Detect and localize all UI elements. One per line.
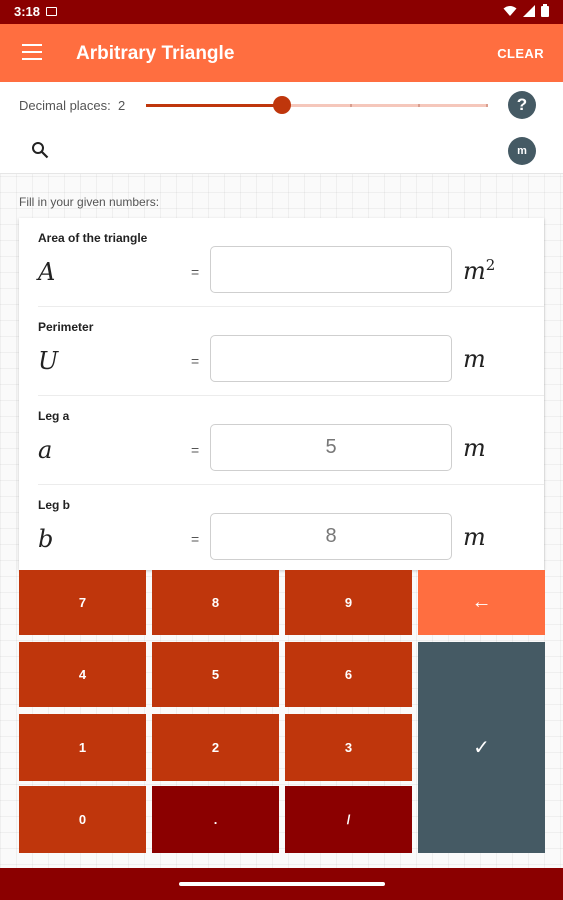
home-gesture-handle[interactable] <box>179 882 385 886</box>
search-icon <box>32 142 49 159</box>
key-8[interactable]: 8 <box>152 570 279 635</box>
help-button[interactable]: ? <box>508 91 536 119</box>
backspace-button[interactable]: ← <box>418 570 545 635</box>
slider-tick <box>146 104 148 107</box>
status-bar: 3:18 <box>0 0 563 24</box>
field-label: Area of the triangle <box>38 231 148 245</box>
keypad: 7 8 9 ← 4 5 6 ✓ 1 2 3 0 . / <box>19 570 545 853</box>
slider-tick <box>214 104 216 107</box>
slider-thumb[interactable] <box>273 96 291 114</box>
field-leg-b: Leg b b = m <box>19 485 544 574</box>
key-slash[interactable]: / <box>285 786 412 853</box>
battery-icon <box>541 4 549 17</box>
search-input[interactable] <box>62 136 486 166</box>
decimal-places-row: Decimal places: 2 ? <box>0 82 563 129</box>
unit-exponent: 2 <box>485 256 496 274</box>
slider-tick <box>350 104 352 107</box>
field-unit: m2 <box>463 256 495 285</box>
decimal-places-value: 2 <box>118 98 126 113</box>
key-5[interactable]: 5 <box>152 642 279 707</box>
navigation-bar <box>0 868 563 900</box>
key-1[interactable]: 1 <box>19 714 146 781</box>
instructions-label: Fill in your given numbers: <box>19 195 160 209</box>
key-3[interactable]: 3 <box>285 714 412 781</box>
field-label: Leg a <box>38 409 70 423</box>
field-symbol: A <box>38 258 56 286</box>
field-unit: m <box>463 523 486 551</box>
perimeter-input[interactable] <box>210 335 452 382</box>
field-area: Area of the triangle A = m2 <box>19 218 544 307</box>
field-symbol: U <box>38 347 59 375</box>
clear-button[interactable]: CLEAR <box>497 46 544 61</box>
field-unit: m <box>463 434 486 462</box>
field-unit: m <box>463 345 486 373</box>
checkmark-icon: ✓ <box>473 737 490 759</box>
decimal-places-label: Decimal places: 2 <box>19 98 125 113</box>
sim-card-icon <box>46 7 57 16</box>
field-symbol: b <box>38 525 54 553</box>
leg-b-input[interactable] <box>210 513 452 560</box>
wifi-icon <box>503 5 517 16</box>
unit-button[interactable]: m <box>508 137 536 165</box>
field-label: Leg b <box>38 498 70 512</box>
key-7[interactable]: 7 <box>19 570 146 635</box>
backspace-icon: ← <box>471 591 492 613</box>
equals-sign: = <box>191 353 200 369</box>
key-9[interactable]: 9 <box>285 570 412 635</box>
equals-sign: = <box>191 264 200 280</box>
slider-tick <box>418 104 420 107</box>
page-title: Arbitrary Triangle <box>76 43 235 64</box>
area-input[interactable] <box>210 246 452 293</box>
field-leg-a: Leg a a = m <box>19 396 544 485</box>
key-2[interactable]: 2 <box>152 714 279 781</box>
leg-a-input[interactable] <box>210 424 452 471</box>
confirm-button[interactable]: ✓ <box>418 642 545 853</box>
key-4[interactable]: 4 <box>19 642 146 707</box>
slider-tick <box>486 104 488 107</box>
equals-sign: = <box>191 442 200 458</box>
decimal-places-slider[interactable] <box>146 96 488 114</box>
system-icons <box>503 4 549 17</box>
key-0[interactable]: 0 <box>19 786 146 853</box>
field-symbol: a <box>38 436 53 464</box>
input-card: Area of the triangle A = m2 Perimeter U … <box>19 218 544 570</box>
key-6[interactable]: 6 <box>285 642 412 707</box>
signal-icon <box>523 4 535 17</box>
field-label: Perimeter <box>38 320 94 334</box>
unit-symbol: m <box>463 257 486 285</box>
search-bar: m <box>0 128 563 174</box>
field-perimeter: Perimeter U = m <box>19 307 544 396</box>
status-time: 3:18 <box>14 4 41 19</box>
app-bar: Arbitrary Triangle CLEAR <box>0 24 563 82</box>
key-decimal-point[interactable]: . <box>152 786 279 853</box>
menu-icon[interactable] <box>22 44 42 60</box>
equals-sign: = <box>191 531 200 547</box>
decimal-places-text: Decimal places: <box>19 98 111 113</box>
